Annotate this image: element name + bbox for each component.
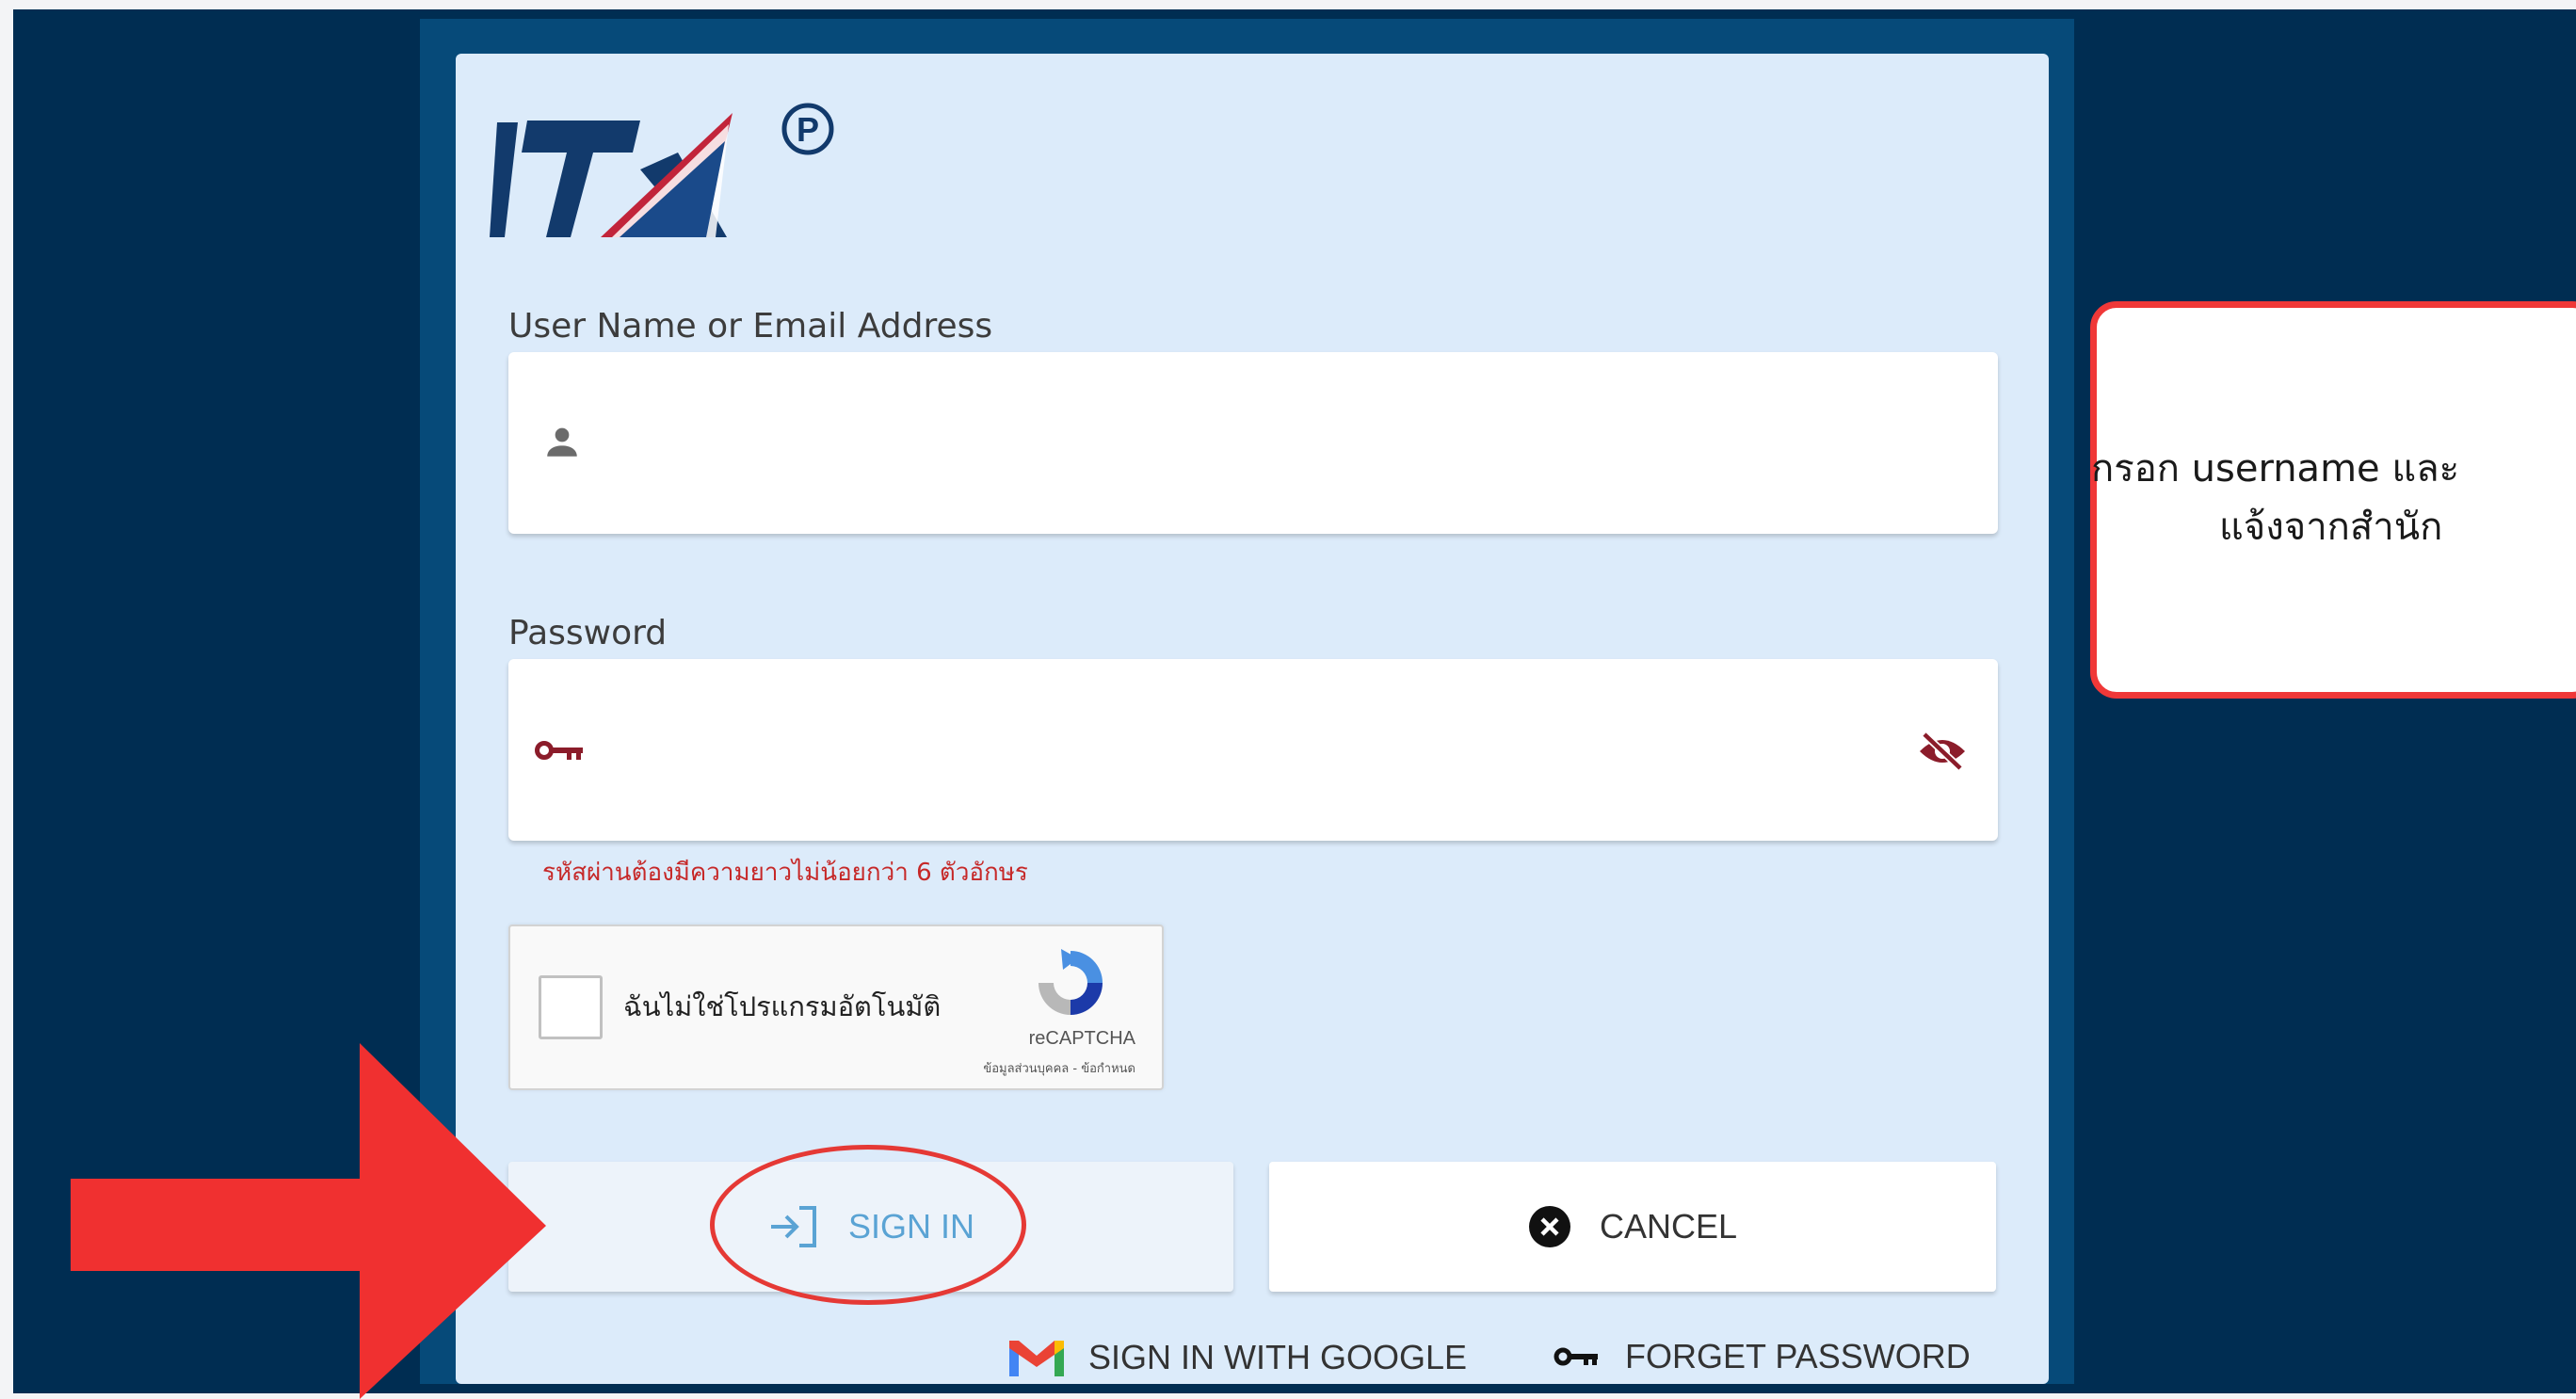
recaptcha-checkbox[interactable] xyxy=(539,975,603,1039)
callout-line-2: แจ้งจากสำนัก xyxy=(2219,506,2443,549)
key-icon xyxy=(535,741,583,760)
recaptcha-widget: ฉันไม่ใช่โปรแกรมอัตโนมัติ reCAPTCHA ข้อม… xyxy=(508,925,1164,1090)
registered-mark: P xyxy=(797,110,819,149)
password-input[interactable] xyxy=(612,659,1887,843)
recaptcha-icon xyxy=(1038,949,1103,1015)
callout-line-1: กรอก username และ xyxy=(2091,447,2460,490)
key-icon xyxy=(1554,1347,1598,1366)
gmail-icon xyxy=(1009,1341,1064,1376)
username-field[interactable] xyxy=(508,352,1998,536)
password-label: Password xyxy=(508,614,668,652)
recaptcha-links[interactable]: ข้อมูลส่วนบุคคล - ข้อกำหนด xyxy=(983,1058,1135,1078)
eye-off-icon[interactable] xyxy=(1917,731,1968,772)
password-field[interactable] xyxy=(508,659,1998,843)
recaptcha-brand: reCAPTCHA xyxy=(1028,1028,1135,1049)
google-signin-label: SIGN IN WITH GOOGLE xyxy=(1088,1338,1468,1376)
cancel-label: CANCEL xyxy=(1599,1207,1738,1246)
forget-password-link[interactable]: FORGET PASSWORD xyxy=(1554,1337,1971,1376)
instruction-callout: กรอก username และ แจ้งจากสำนัก xyxy=(2090,301,2576,699)
ita-logo: P xyxy=(490,103,834,237)
username-label: User Name or Email Address xyxy=(508,307,993,346)
username-input[interactable] xyxy=(612,352,1887,536)
recaptcha-label: ฉันไม่ใช่โปรแกรมอัตโนมัติ xyxy=(623,990,942,1022)
password-error: รหัสผ่านต้องมีความยาวไม่น้อยกว่า 6 ตัวอั… xyxy=(542,859,1028,887)
google-signin-link[interactable]: SIGN IN WITH GOOGLE xyxy=(1009,1337,1467,1378)
forget-password-label: FORGET PASSWORD xyxy=(1625,1337,1971,1375)
pointer-arrow xyxy=(71,1043,546,1399)
person-icon xyxy=(547,427,577,457)
signin-highlight-circle xyxy=(710,1145,1026,1305)
close-circle-icon xyxy=(1528,1206,1570,1247)
cancel-button[interactable]: CANCEL xyxy=(1269,1162,1996,1292)
